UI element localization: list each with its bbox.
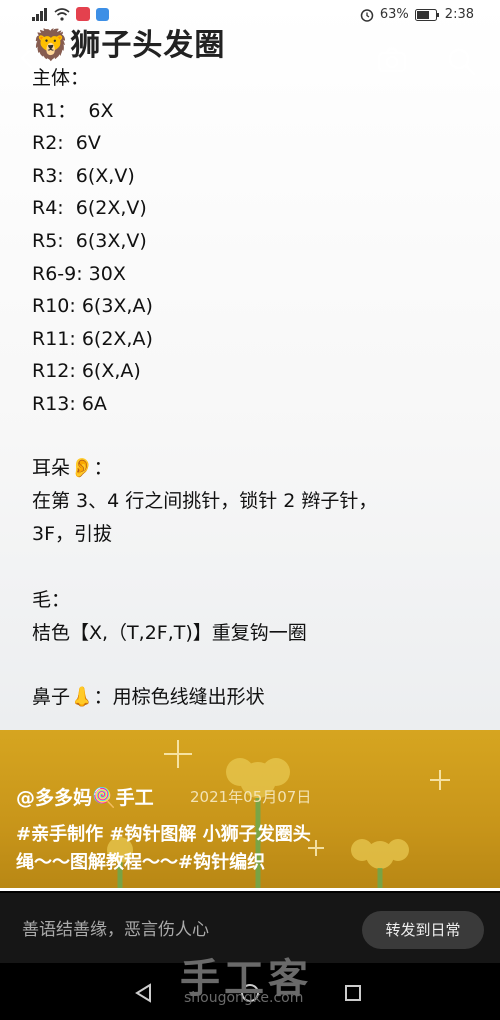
notification-icon bbox=[76, 7, 90, 21]
app-badge-icon bbox=[96, 7, 109, 21]
ears-line: 3F，引拔 bbox=[32, 523, 113, 545]
description-line[interactable]: 绳～～图解教程～～#钩针编织 bbox=[16, 849, 376, 877]
round-line: R3: 6(X,V) bbox=[32, 164, 135, 187]
battery-percent: 63% bbox=[379, 7, 409, 22]
camera-button[interactable] bbox=[375, 44, 409, 78]
screen: 63% 2:38 🦁狮子头发圈 主体： R1： 6X R2: 6V R3: 6(… bbox=[0, 0, 500, 1020]
ears-title: 耳朵👂： bbox=[32, 457, 113, 479]
round-line: R2: 6V bbox=[32, 132, 101, 155]
round-line: R13: 6A bbox=[32, 392, 107, 415]
round-line: R6-9: 30X bbox=[32, 262, 126, 285]
camera-icon bbox=[377, 47, 407, 73]
post-title: 🦁狮子头发圈 bbox=[32, 20, 225, 64]
pattern-main-body: 主体： R1： 6X R2: 6V R3: 6(X,V) R4: 6(2X,V)… bbox=[32, 62, 153, 421]
round-line: R12: 6(X,A) bbox=[32, 360, 141, 383]
fur-section: 毛： 桔色【X,（T,2F,T)】重复钩一圈 bbox=[32, 584, 307, 650]
alarm-icon bbox=[360, 8, 374, 22]
section-title-main: 主体： bbox=[32, 67, 90, 89]
post-description: #亲手制作 #钩针图解 小狮子发圈头 绳～～图解教程～～#钩针编织 bbox=[16, 821, 376, 877]
title-text: 狮子头发圈 bbox=[70, 28, 226, 63]
fur-title: 毛： bbox=[32, 589, 71, 611]
signal-icon bbox=[32, 7, 48, 21]
round-line: R5: 6(3X,V) bbox=[32, 229, 147, 252]
author-name[interactable]: @多多妈🍭手工 bbox=[16, 783, 154, 810]
description-line[interactable]: #亲手制作 #钩针图解 小狮子发圈头 bbox=[16, 821, 376, 849]
post-date: 2021年05月07日 bbox=[190, 788, 312, 806]
share-to-daily-button[interactable]: 转发到日常 bbox=[362, 911, 484, 949]
round-line: R1： 6X bbox=[32, 99, 114, 122]
post-content-image: 63% 2:38 🦁狮子头发圈 主体： R1： 6X R2: 6V R3: 6(… bbox=[0, 0, 500, 730]
nose-section: 鼻子👃：用棕色线缝出形状 bbox=[32, 681, 265, 714]
ears-section: 耳朵👂： 在第 3、4 行之间挑针，锁针 2 辫子针， 3F，引拔 bbox=[32, 452, 377, 551]
round-line: R4: 6(2X,V) bbox=[32, 197, 147, 220]
watermark-url: shougongke.com bbox=[184, 990, 304, 1006]
comment-input[interactable]: 善语结善缘，恶言伤人心 bbox=[22, 915, 209, 940]
round-line: R11: 6(2X,A) bbox=[32, 327, 153, 350]
nose-text: 用棕色线缝出形状 bbox=[112, 686, 265, 708]
nav-back-icon[interactable] bbox=[134, 983, 154, 1003]
ears-line: 在第 3、4 行之间挑针，锁针 2 辫子针， bbox=[32, 490, 378, 512]
video-progress-bar[interactable] bbox=[0, 888, 500, 891]
nav-recents-icon[interactable] bbox=[343, 983, 363, 1003]
status-left-icons bbox=[32, 7, 109, 21]
round-line: R10: 6(3X,A) bbox=[32, 295, 153, 318]
fur-text: 桔色【X,（T,2F,T)】重复钩一圈 bbox=[32, 622, 307, 644]
lion-emoji: 🦁 bbox=[32, 28, 71, 63]
nose-label: 鼻子👃： bbox=[32, 686, 113, 708]
right-action-bar: + 692 17 396 48 bbox=[428, 0, 500, 900]
wifi-icon bbox=[54, 7, 70, 21]
